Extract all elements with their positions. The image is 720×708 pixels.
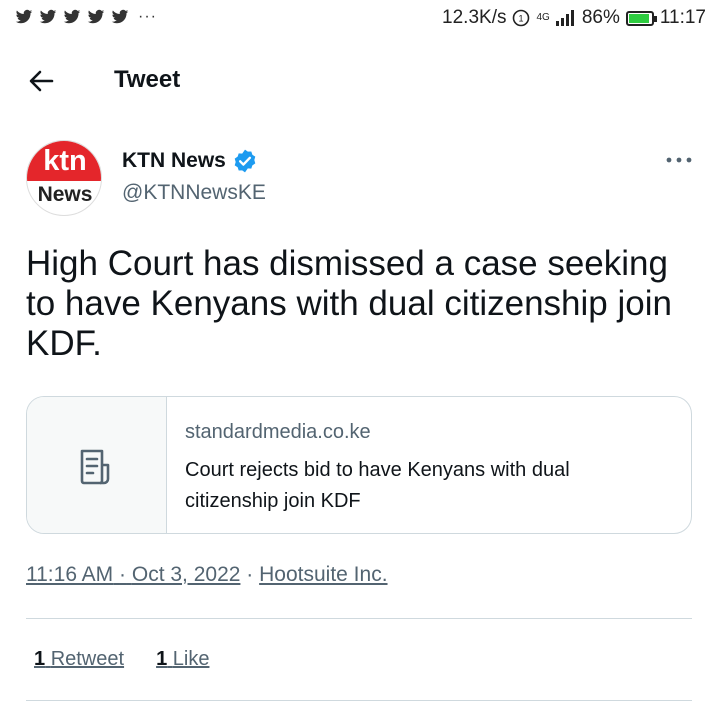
twitter-bird-icon <box>15 9 33 24</box>
more-notifications-indicator: ··· <box>138 8 157 25</box>
divider <box>26 700 692 701</box>
avatar-logo-text: ktn <box>43 145 87 177</box>
link-card-title: Court rejects bid to have Kenyans with d… <box>185 459 570 512</box>
meta-separator: · <box>246 563 254 586</box>
status-bar: ··· 12.3K/s 1 4G 86% 11:17 <box>0 0 720 40</box>
link-card-thumbnail <box>27 397 167 533</box>
link-card-domain: standardmedia.co.ke <box>185 421 371 443</box>
clock: 11:17 <box>659 7 706 28</box>
battery-percent: 86% <box>581 7 620 28</box>
verified-badge-icon <box>234 149 256 173</box>
twitter-bird-icon <box>39 9 57 24</box>
divider <box>26 618 692 619</box>
tweet-meta: 11:16 AM · Oct 3, 2022 · Hootsuite Inc. <box>26 563 388 587</box>
page-title: Tweet <box>114 66 181 93</box>
twitter-bird-icon <box>87 9 105 24</box>
tweet-time-link[interactable]: 11:16 AM · Oct 3, 2022 <box>26 563 240 586</box>
author-name[interactable]: KTN News <box>122 149 226 173</box>
top-app-bar: Tweet <box>0 56 720 106</box>
link-preview-card[interactable]: standardmedia.co.ke Court rejects bid to… <box>26 396 692 534</box>
data-saver-icon: 1 <box>513 9 530 27</box>
retweet-count-link[interactable]: 1 Retweet <box>34 648 124 671</box>
avatar[interactable]: ktn News <box>26 140 102 216</box>
twitter-bird-icon <box>63 9 81 24</box>
more-options-icon[interactable] <box>662 150 696 170</box>
battery-icon <box>625 10 657 26</box>
network-speed: 12.3K/s <box>442 7 507 28</box>
back-arrow-icon[interactable] <box>26 66 56 96</box>
like-count-link[interactable]: 1 Like <box>156 648 209 671</box>
status-right: 12.3K/s 1 4G 86% 11:17 <box>442 7 706 29</box>
tweet-source-link[interactable]: Hootsuite Inc. <box>259 563 387 586</box>
avatar-logo-subtext: News <box>37 183 93 206</box>
author-name-row[interactable]: KTN News <box>122 148 258 174</box>
network-type: 4G <box>536 12 550 23</box>
svg-text:1: 1 <box>519 14 524 24</box>
tweet-stats: 1 Retweet 1 Like <box>34 648 209 671</box>
author-handle[interactable]: @KTNNewsKE <box>122 181 266 205</box>
twitter-bird-icon <box>111 9 129 24</box>
signal-icon <box>555 10 574 26</box>
tweet-text: High Court has dismissed a case seeking … <box>26 244 672 363</box>
article-icon <box>80 449 110 485</box>
notification-icons: ··· <box>14 8 157 26</box>
